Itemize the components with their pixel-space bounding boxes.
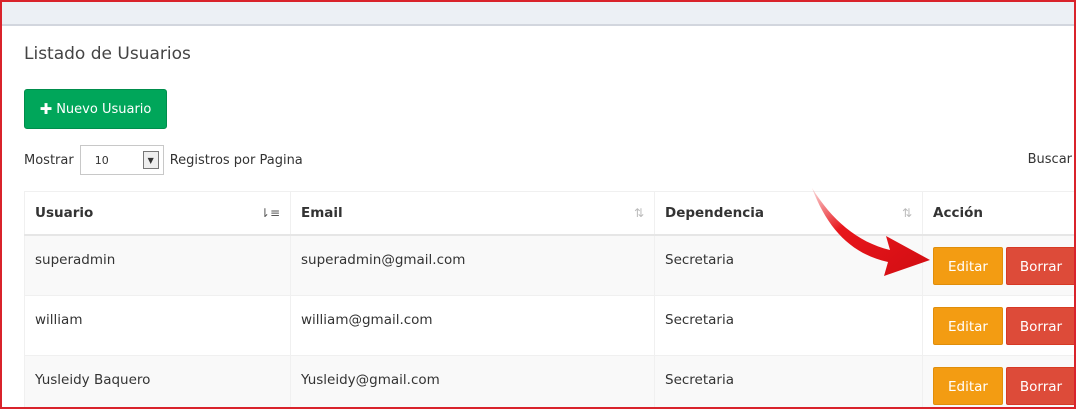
column-header-email-label: Email xyxy=(301,205,343,221)
page-title: Listado de Usuarios xyxy=(24,44,191,64)
column-header-dependency[interactable]: Dependencia ⇅ xyxy=(654,191,923,236)
screenshot-frame: Listado de Usuarios ✚ Nuevo Usuario Most… xyxy=(0,0,1076,409)
search-label: Buscar xyxy=(1027,152,1072,167)
new-user-label: Nuevo Usuario xyxy=(56,101,152,117)
edit-button[interactable]: Editar xyxy=(933,306,1003,345)
table-row: superadmin superadmin@gmail.com Secretar… xyxy=(24,234,1074,296)
users-table: Usuario ⇂≡ Email ⇅ Dependencia ⇅ Acción … xyxy=(24,191,1074,407)
table-row: william william@gmail.com Secretaria Edi… xyxy=(24,294,1074,356)
records-per-page-label: Registros por Pagina xyxy=(169,152,303,168)
cell-actions: Editar Borrar xyxy=(922,234,1074,296)
edit-button[interactable]: Editar xyxy=(933,247,1003,285)
table-row: Yusleidy Baquero Yusleidy@gmail.com Secr… xyxy=(24,354,1074,407)
column-header-action-label: Acción xyxy=(933,205,983,221)
column-header-user-label: Usuario xyxy=(35,205,94,221)
column-header-action: Acción xyxy=(922,191,1074,236)
length-control: Mostrar 10 ▼ Registros por Pagina xyxy=(24,145,303,175)
plus-icon: ✚ xyxy=(39,99,53,118)
cell-dependency: Secretaria xyxy=(654,234,923,296)
cell-actions: Editar Borrar xyxy=(922,294,1074,356)
cell-actions: Editar Borrar xyxy=(922,354,1074,407)
delete-button[interactable]: Borrar xyxy=(1006,247,1074,285)
page-size-select[interactable]: 10 ▼ xyxy=(79,145,164,175)
column-header-user[interactable]: Usuario ⇂≡ xyxy=(24,191,291,236)
sort-icon: ⇅ xyxy=(633,206,644,220)
delete-button[interactable]: Borrar xyxy=(1006,306,1074,345)
chevron-down-icon[interactable]: ▼ xyxy=(142,151,159,169)
show-label: Mostrar xyxy=(24,152,74,168)
cell-email: william@gmail.com xyxy=(290,294,655,356)
column-header-email[interactable]: Email ⇅ xyxy=(290,191,655,236)
column-header-dependency-label: Dependencia xyxy=(665,205,764,221)
sort-asc-icon: ⇂≡ xyxy=(259,206,280,220)
cell-email: superadmin@gmail.com xyxy=(290,234,655,296)
cell-user: william xyxy=(24,294,291,356)
new-user-button[interactable]: ✚ Nuevo Usuario xyxy=(24,89,167,129)
cell-email: Yusleidy@gmail.com xyxy=(290,354,655,407)
edit-button[interactable]: Editar xyxy=(933,366,1003,405)
cell-user: superadmin xyxy=(24,234,291,296)
page-size-value: 10 xyxy=(94,153,109,167)
cell-dependency: Secretaria xyxy=(654,354,923,407)
cell-user: Yusleidy Baquero xyxy=(24,354,291,407)
delete-button[interactable]: Borrar xyxy=(1006,366,1074,405)
sort-icon: ⇅ xyxy=(901,206,912,220)
top-bar xyxy=(2,2,1074,26)
cell-dependency: Secretaria xyxy=(654,294,923,356)
table-header-row: Usuario ⇂≡ Email ⇅ Dependencia ⇅ Acción xyxy=(24,191,1074,236)
